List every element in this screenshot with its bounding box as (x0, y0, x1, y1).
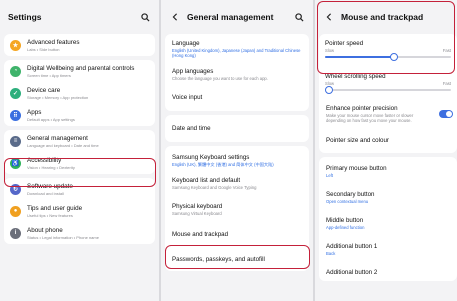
wellbeing-icon: ◔ (10, 65, 21, 77)
item-sub: Download and install (27, 190, 64, 196)
apps-icon: ⠿ (10, 109, 21, 121)
row-label: Keyboard list and default (172, 177, 241, 184)
slider-max-label: Fast (442, 81, 451, 86)
settings-header: Settings (0, 0, 159, 34)
item-sub: Storage • Memory • App protection (27, 94, 89, 100)
row-sub: Back (326, 251, 336, 256)
mouse-trackpad-panel: Mouse and trackpad Pointer speed Slow Fa… (315, 0, 457, 301)
highlight-mouse-trackpad (165, 245, 310, 269)
precision-toggle[interactable] (439, 110, 453, 118)
about-phone-icon: i (10, 227, 21, 239)
row-label: Voice input (172, 94, 203, 101)
row-label: Date and time (172, 125, 211, 132)
back-icon[interactable] (169, 11, 181, 23)
row-sub: Make your mouse cursor move faster or sl… (326, 113, 414, 123)
tips-icon: ● (10, 205, 21, 217)
row-label: App languages (172, 68, 214, 75)
item-sub: Language and keyboard • Date and time (27, 142, 99, 148)
row-label: Mouse and trackpad (172, 231, 229, 238)
settings-item-tips[interactable]: ● Tips and user guide Useful tips • New f… (4, 200, 155, 222)
row-samsung-keyboard[interactable]: Samsung Keyboard settings English (UK), … (165, 146, 309, 172)
star-icon: ★ (10, 39, 21, 51)
general-group: Date and time (165, 115, 309, 142)
row-primary-button[interactable]: Primary mouse button Left (319, 157, 457, 183)
row-sub: Left (326, 173, 333, 178)
settings-group: ↻ Software update Download and install ● … (4, 178, 155, 244)
row-date-time[interactable]: Date and time (165, 115, 309, 142)
row-sub: English (United Kingdom), Japanese (Japa… (172, 48, 301, 58)
general-management-panel: General management Language English (Uni… (161, 0, 313, 301)
page-title: General management (187, 12, 274, 22)
wheel-speed-range: Slow Fast (325, 81, 451, 86)
item-label: Apps (27, 108, 42, 116)
row-keyboard-list[interactable]: Keyboard list and default Samsung Keyboa… (165, 172, 309, 195)
item-sub: Labs • Side button (27, 46, 60, 52)
row-label: Secondary button (326, 191, 375, 198)
search-icon[interactable] (139, 11, 151, 23)
item-label: Digital Wellbeing and parental controls (27, 64, 135, 72)
row-physical-keyboard[interactable]: Physical keyboard Samsung Virtual Keyboa… (165, 195, 309, 221)
row-sub: Samsung Keyboard and Google Voice Typing (172, 185, 257, 190)
row-sub: App-defined function (326, 225, 365, 230)
settings-item-device-care[interactable]: ✓ Device care Storage • Memory • App prot… (4, 82, 155, 104)
row-middle-button[interactable]: Middle button App-defined function (319, 209, 457, 235)
item-sub: Status • Legal information • Phone name (27, 234, 99, 240)
row-sub: English (UK), 繁體中文 (香港) and 简体中文 (中国大陆) (172, 162, 274, 167)
row-label: Pointer size and colour (326, 137, 389, 144)
general-management-icon: ≡ (10, 135, 21, 147)
wheel-speed-label: Wheel scrolling speed (325, 73, 386, 80)
row-label: Middle button (326, 217, 364, 224)
item-label: Advanced features (27, 38, 80, 46)
row-label: Samsung Keyboard settings (172, 154, 250, 161)
item-label: Device care (27, 86, 61, 94)
row-label: Language (172, 40, 200, 47)
row-label: Enhance pointer precision (326, 105, 398, 112)
settings-item-advanced-features[interactable]: ★ Advanced features Labs • Side button (4, 34, 155, 56)
item-label: About phone (27, 226, 63, 234)
row-label: Additional button 2 (326, 269, 378, 276)
general-header: General management (161, 0, 313, 34)
search-icon[interactable] (293, 11, 305, 23)
item-sub: Useful tips • New features (27, 212, 73, 218)
row-secondary-button[interactable]: Secondary button Open contextual menu (319, 183, 457, 209)
row-language[interactable]: Language English (United Kingdom), Japan… (165, 34, 309, 63)
mouse-group: Primary mouse button Left Secondary butt… (319, 157, 457, 281)
item-label: Tips and user guide (27, 204, 83, 212)
row-additional-button-1[interactable]: Additional button 1 Back (319, 235, 457, 261)
settings-item-digital-wellbeing[interactable]: ◔ Digital Wellbeing and parental control… (4, 60, 155, 82)
general-group: Language English (United Kingdom), Japan… (165, 34, 309, 111)
row-additional-button-2[interactable]: Additional button 2 (319, 261, 457, 281)
item-label: General management (27, 134, 88, 142)
row-app-languages[interactable]: App languages Choose the language you wa… (165, 63, 309, 86)
row-label: Additional button 1 (326, 243, 378, 250)
row-mouse-trackpad[interactable]: Mouse and trackpad (165, 221, 309, 248)
highlight-mouse-panel (317, 1, 455, 74)
settings-group: ◔ Digital Wellbeing and parental control… (4, 60, 155, 126)
row-sub: Open contextual menu (326, 199, 369, 204)
settings-item-apps[interactable]: ⠿ Apps Default apps • App settings (4, 104, 155, 126)
settings-group: ★ Advanced features Labs • Side button (4, 34, 155, 56)
device-care-icon: ✓ (10, 87, 21, 99)
row-sub: Choose the language you want to use for … (172, 76, 268, 81)
slider-knob[interactable] (325, 86, 333, 94)
row-pointer-size[interactable]: Pointer size and colour (319, 128, 457, 153)
row-label: Physical keyboard (172, 203, 223, 210)
item-sub: Screen time • App timers (27, 72, 71, 78)
settings-item-about-phone[interactable]: i About phone Status • Legal information … (4, 222, 155, 244)
row-enhance-precision[interactable]: Enhance pointer precision Make your mous… (319, 98, 457, 128)
row-sub: Samsung Virtual Keyboard (172, 211, 222, 216)
settings-panel: Settings ★ Advanced features Labs • Side … (0, 0, 159, 301)
page-title: Settings (8, 12, 42, 22)
settings-item-general-management[interactable]: ≡ General management Language and keyboar… (4, 130, 155, 152)
row-voice-input[interactable]: Voice input (165, 86, 309, 111)
row-label: Primary mouse button (326, 165, 387, 172)
item-sub: Default apps • App settings (27, 116, 75, 122)
highlight-general-management (4, 158, 156, 187)
wheel-speed-slider[interactable] (325, 86, 451, 94)
